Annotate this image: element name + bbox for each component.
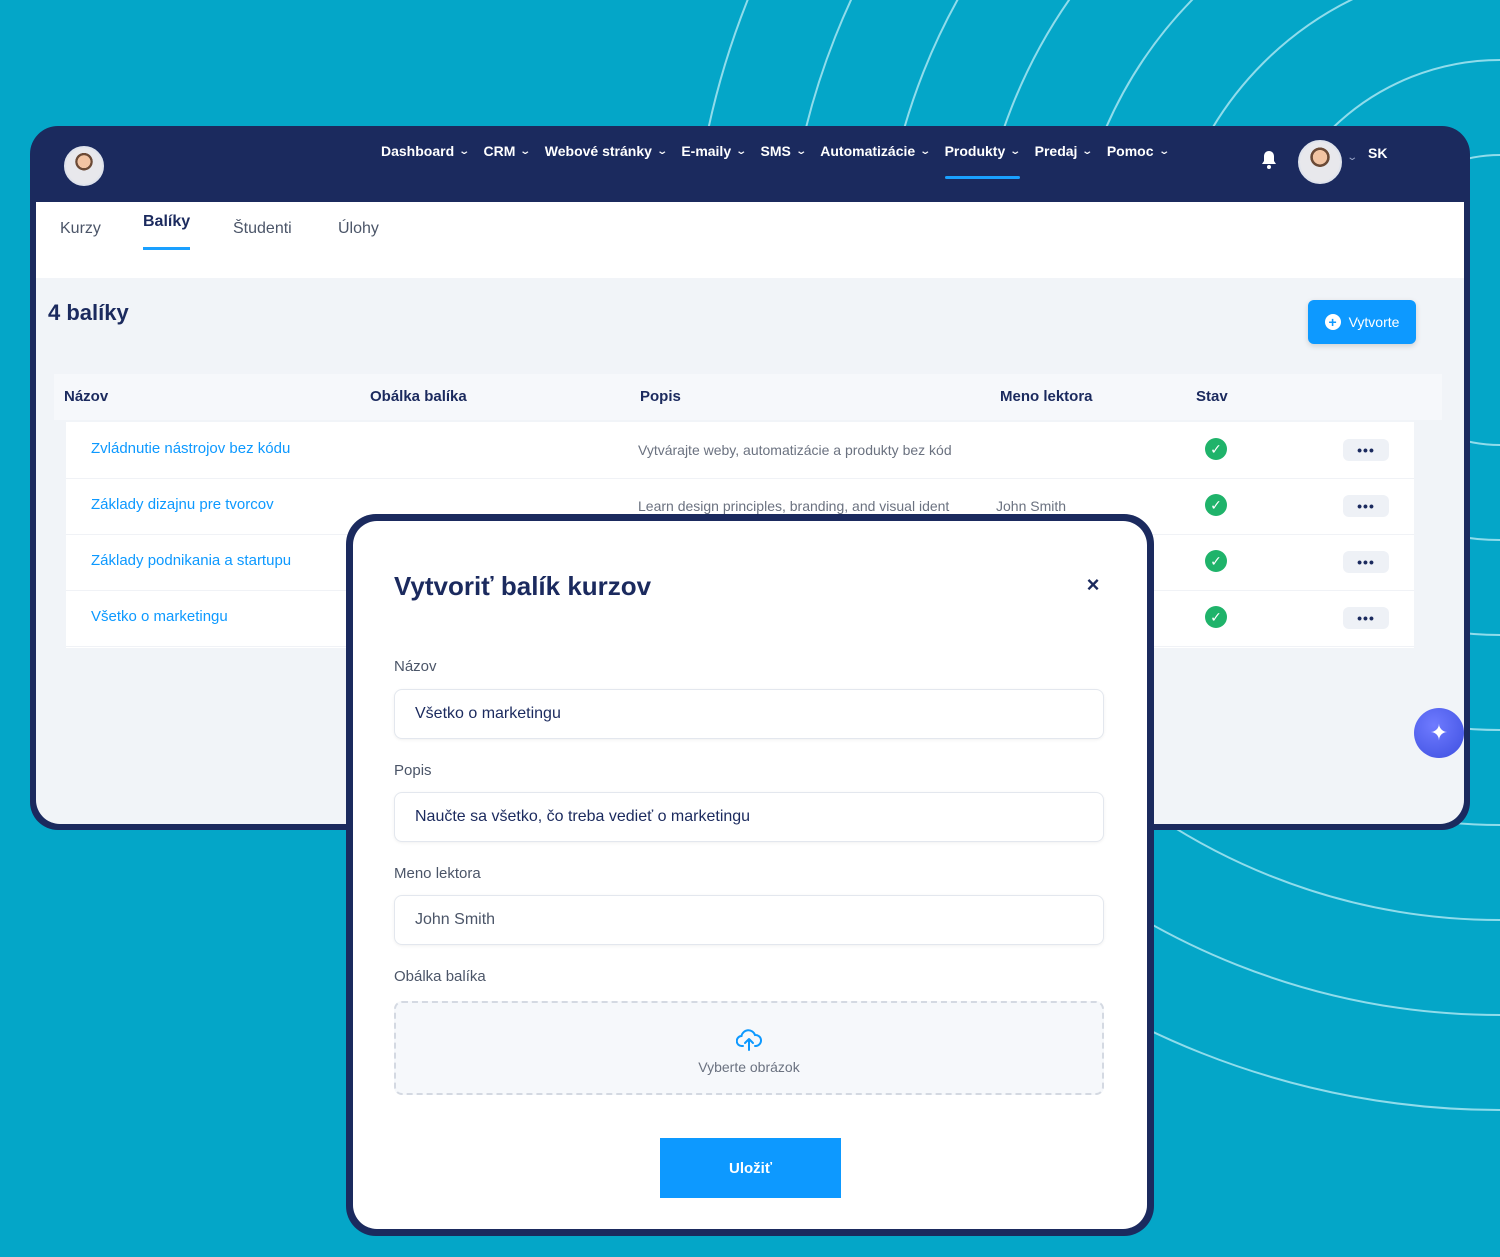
nav-emails[interactable]: E-maily ⌄ xyxy=(681,140,748,162)
column-header-cover[interactable]: Obálka balíka xyxy=(370,388,467,405)
tab-courses[interactable]: Kurzy xyxy=(60,220,101,238)
nav-label: Automatizácie xyxy=(820,143,916,159)
user-avatar[interactable] xyxy=(1298,140,1342,184)
plus-icon: + xyxy=(1324,314,1341,330)
cover-image-dropzone[interactable]: Vyberte obrázok xyxy=(394,1001,1104,1095)
chevron-down-icon: ⌄ xyxy=(458,145,471,157)
row-more-button[interactable]: ••• xyxy=(1343,495,1389,517)
row-more-button[interactable]: ••• xyxy=(1343,551,1389,573)
save-button[interactable]: Uložiť xyxy=(660,1138,841,1198)
chevron-down-icon: ⌄ xyxy=(519,145,532,157)
create-bundle-modal: Vytvoriť balík kurzov × Názov Popis Meno… xyxy=(346,514,1154,1236)
close-icon[interactable]: × xyxy=(1079,571,1107,599)
nav-label: Pomoc xyxy=(1106,143,1154,159)
column-header-description[interactable]: Popis xyxy=(640,388,681,405)
lecturer-field[interactable] xyxy=(394,895,1104,945)
chevron-down-icon: ⌄ xyxy=(656,145,668,157)
nav-label: CRM xyxy=(483,143,516,159)
nav-label: Webové stránky xyxy=(544,143,652,159)
bundle-description: Vytvárajte weby, automatizácie a produkt… xyxy=(638,442,952,458)
row-more-button[interactable]: ••• xyxy=(1343,607,1389,629)
chevron-down-icon: ⌄ xyxy=(1009,145,1022,157)
nav-sales[interactable]: Predaj ⌄ xyxy=(1034,140,1094,162)
create-button-label: Vytvorte xyxy=(1348,314,1400,330)
create-bundle-button[interactable]: + Vytvorte xyxy=(1308,300,1416,344)
language-switch[interactable]: SK xyxy=(1368,145,1387,161)
status-check-icon: ✓ xyxy=(1205,550,1227,572)
name-label: Názov xyxy=(394,658,437,675)
bundle-name-link[interactable]: Všetko o marketingu xyxy=(91,608,228,625)
column-header-name[interactable]: Názov xyxy=(64,388,108,405)
nav-label: E-maily xyxy=(681,143,732,159)
nav-label: Predaj xyxy=(1034,143,1078,159)
nav-sms[interactable]: SMS ⌄ xyxy=(760,140,807,162)
main-nav: Dashboard ⌄ CRM ⌄ Webové stránky ⌄ E-maily ⌄… xyxy=(381,140,1183,179)
nav-automations[interactable]: Automatizácie ⌄ xyxy=(820,140,932,162)
nav-crm[interactable]: CRM ⌄ xyxy=(483,140,532,162)
ai-assistant-button[interactable]: ✦ xyxy=(1414,708,1464,758)
chevron-down-icon: ⌄ xyxy=(795,145,807,157)
tab-tasks[interactable]: Úlohy xyxy=(338,220,379,238)
name-field[interactable] xyxy=(394,689,1104,739)
bell-icon[interactable] xyxy=(1260,150,1278,170)
page-title: 4 balíky xyxy=(48,300,129,325)
company-avatar[interactable] xyxy=(64,146,104,186)
row-more-button[interactable]: ••• xyxy=(1343,439,1389,461)
bundle-description: Learn design principles, branding, and v… xyxy=(638,498,950,514)
dropzone-text: Vyberte obrázok xyxy=(698,1059,800,1075)
bundle-name-link[interactable]: Základy podnikania a startupu xyxy=(91,552,291,569)
modal-panel: Vytvoriť balík kurzov × Názov Popis Meno… xyxy=(353,521,1147,1229)
modal-title: Vytvoriť balík kurzov xyxy=(394,571,652,601)
table-header: Názov Obálka balíka Popis Meno lektora S… xyxy=(54,374,1442,420)
chevron-down-icon[interactable]: ⌄ xyxy=(1346,152,1358,163)
description-label: Popis xyxy=(394,762,432,779)
status-check-icon: ✓ xyxy=(1205,438,1227,460)
sparkle-icon: ✦ xyxy=(1429,720,1449,745)
nav-help[interactable]: Pomoc ⌄ xyxy=(1106,140,1170,162)
status-check-icon: ✓ xyxy=(1205,494,1227,516)
nav-label: Produkty xyxy=(944,143,1006,159)
description-field[interactable] xyxy=(394,792,1104,842)
nav-label: Dashboard xyxy=(381,143,455,159)
chevron-down-icon: ⌄ xyxy=(1081,145,1094,157)
cloud-upload-icon xyxy=(736,1029,762,1051)
nav-dashboard[interactable]: Dashboard ⌄ xyxy=(381,140,471,162)
bundle-name-link[interactable]: Zvládnutie nástrojov bez kódu xyxy=(91,440,290,457)
table-row[interactable]: Zvládnutie nástrojov bez kódu Vytvárajte… xyxy=(66,422,1414,479)
nav-products[interactable]: Produkty ⌄ xyxy=(944,140,1022,179)
chevron-down-icon: ⌄ xyxy=(1157,145,1170,157)
chevron-down-icon: ⌄ xyxy=(919,145,932,157)
bundle-name-link[interactable]: Základy dizajnu pre tvorcov xyxy=(91,496,274,513)
column-header-lecturer[interactable]: Meno lektora xyxy=(1000,388,1093,405)
chevron-down-icon: ⌄ xyxy=(735,145,748,157)
tab-students[interactable]: Študenti xyxy=(233,220,292,238)
sub-tabs: Kurzy Balíky Študenti Úlohy xyxy=(36,202,1464,278)
bundle-lecturer: John Smith xyxy=(996,498,1067,514)
column-header-status[interactable]: Stav xyxy=(1196,388,1228,405)
tab-bundles[interactable]: Balíky xyxy=(143,213,191,250)
nav-websites[interactable]: Webové stránky ⌄ xyxy=(544,140,668,162)
nav-label: SMS xyxy=(760,143,791,159)
top-navigation-bar: Dashboard ⌄ CRM ⌄ Webové stránky ⌄ E-maily ⌄… xyxy=(30,126,1470,202)
cover-label: Obálka balíka xyxy=(394,968,486,985)
lecturer-label: Meno lektora xyxy=(394,865,481,882)
status-check-icon: ✓ xyxy=(1205,606,1227,628)
